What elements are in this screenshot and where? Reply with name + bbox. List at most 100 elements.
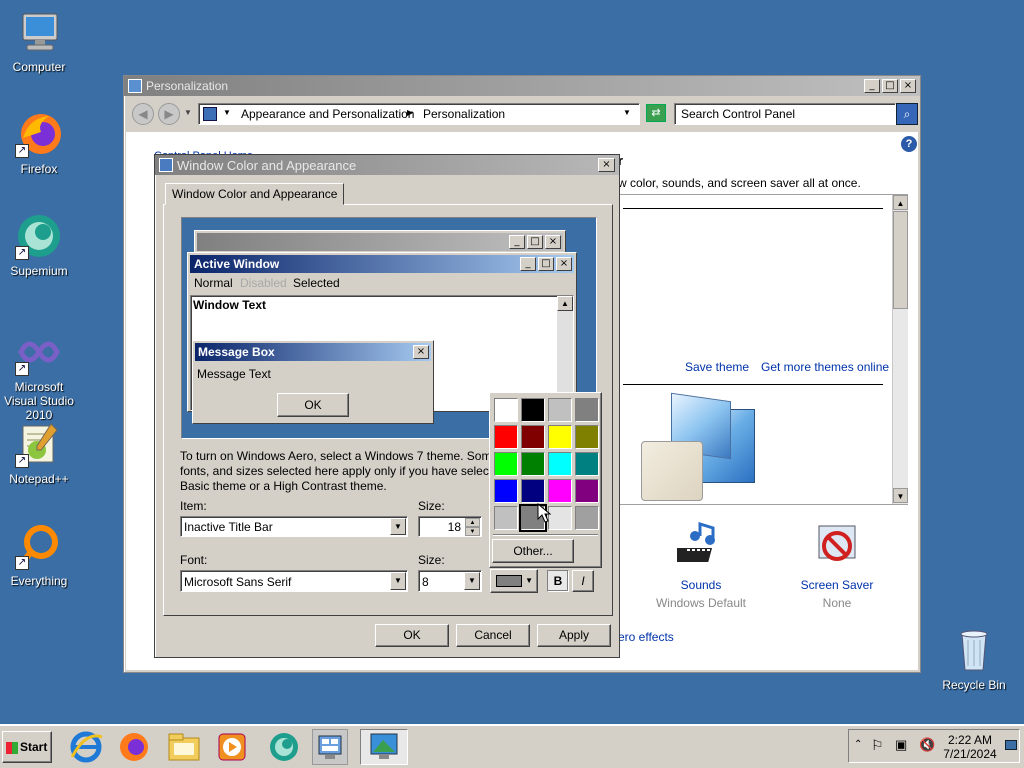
desktop-icon-everything[interactable]: ↗ Everything <box>0 522 78 588</box>
item-label: Item: <box>180 499 207 513</box>
control-panel-small-icon <box>203 107 217 121</box>
media-player-icon[interactable] <box>214 729 250 765</box>
refresh-button[interactable]: ⇄ <box>646 104 666 122</box>
desktop-icon-supemium[interactable]: ↗ Supemium <box>0 212 78 278</box>
color-swatch[interactable] <box>521 479 545 503</box>
forward-button[interactable]: ▶ <box>158 103 180 125</box>
color-swatch[interactable] <box>575 506 599 530</box>
stepper-down-icon[interactable]: ▼ <box>465 527 480 536</box>
font-select[interactable]: Microsoft Sans Serif ▼ <box>180 570 408 592</box>
internet-explorer-icon[interactable] <box>68 729 104 765</box>
personalization-taskbar-icon[interactable] <box>360 729 408 765</box>
recycle-bin-icon <box>950 626 998 674</box>
shortcut-arrow-icon: ↗ <box>15 362 29 376</box>
italic-toggle[interactable]: I <box>572 570 594 592</box>
firefox-taskbar-icon[interactable] <box>116 729 152 765</box>
control-panel-taskbar-icon[interactable] <box>312 729 348 765</box>
chevron-down-icon[interactable]: ▼ <box>464 572 480 590</box>
preview-ok-button: OK <box>277 393 349 417</box>
color-swatch[interactable] <box>575 425 599 449</box>
color-swatch[interactable] <box>548 506 572 530</box>
search-field[interactable]: Search Control Panel <box>674 103 896 125</box>
color-swatch[interactable] <box>494 398 518 422</box>
get-more-themes-link[interactable]: Get more themes online <box>761 360 889 374</box>
stepper-up-icon[interactable]: ▲ <box>465 518 480 527</box>
screensaver-item[interactable]: Screen Saver None <box>782 522 892 610</box>
chevron-down-icon[interactable]: ▼ <box>390 572 406 590</box>
back-button[interactable]: ◀ <box>132 103 154 125</box>
aero-effects-link[interactable]: ero effects <box>618 630 674 644</box>
color-swatch[interactable] <box>494 452 518 476</box>
selected-theme-tile[interactable] <box>641 441 703 501</box>
close-button[interactable]: × <box>900 79 916 93</box>
sounds-value: Windows Default <box>655 596 747 610</box>
maximize-button[interactable]: □ <box>882 79 898 93</box>
save-theme-link[interactable]: Save theme <box>685 360 749 374</box>
other-color-button[interactable]: Other... <box>492 539 574 563</box>
start-button[interactable]: Start <box>2 731 52 763</box>
color-swatch[interactable] <box>548 398 572 422</box>
clock[interactable]: 2:22 AM 7/21/2024 <box>941 733 999 761</box>
breadcrumb-personalization[interactable]: Personalization <box>423 107 505 121</box>
desktop-icon-label: Notepad++ <box>9 472 69 486</box>
breadcrumb-sep-icon[interactable]: ▶ <box>407 108 413 117</box>
volume-muted-icon[interactable]: 🔇 <box>919 737 935 753</box>
desktop-icon-label: Computer <box>12 60 66 74</box>
cancel-button[interactable]: Cancel <box>456 624 530 647</box>
font-size-select[interactable]: 8 ▼ <box>418 570 482 592</box>
color-swatch[interactable] <box>494 506 518 530</box>
address-dropdown-icon[interactable]: ▼ <box>623 108 631 117</box>
preview-scroll-up-icon: ▲ <box>557 296 573 311</box>
breadcrumb-appearance[interactable]: Appearance and Personalization <box>241 107 414 121</box>
desktop-icon-recycle-bin[interactable]: Recycle Bin <box>935 626 1013 692</box>
tab-window-color[interactable]: Window Color and Appearance <box>165 183 345 205</box>
desktop-icon-visual-studio[interactable]: ↗ Microsoft Visual Studio 2010 <box>0 328 78 422</box>
color-swatch[interactable] <box>494 425 518 449</box>
show-desktop-icon[interactable] <box>1005 740 1017 750</box>
ok-button[interactable]: OK <box>375 624 449 647</box>
desktop-icon-firefox[interactable]: ↗ Firefox <box>0 110 78 176</box>
show-hidden-icons-chevron-icon[interactable]: ⌃ <box>854 739 862 750</box>
desktop-icon-notepadpp[interactable]: ↗ Notepad++ <box>0 420 78 486</box>
sounds-item[interactable]: Sounds Windows Default <box>646 521 756 610</box>
dialog-close-button[interactable]: × <box>598 158 615 172</box>
minimize-button[interactable]: _ <box>864 79 880 93</box>
sounds-label[interactable]: Sounds <box>646 578 756 592</box>
color-swatch[interactable] <box>575 479 599 503</box>
color-swatch[interactable] <box>548 452 572 476</box>
breadcrumb-sep-icon[interactable]: ▼ <box>223 108 231 117</box>
scroll-down-icon[interactable]: ▼ <box>893 488 908 503</box>
scroll-up-icon[interactable]: ▲ <box>893 195 908 210</box>
color-swatch[interactable] <box>575 398 599 422</box>
firefox-icon: ↗ <box>15 110 63 158</box>
color-swatch[interactable] <box>575 452 599 476</box>
network-icon[interactable]: ▣ <box>895 737 907 753</box>
description-line-3: Basic theme or a High Contrast theme. <box>180 479 387 493</box>
address-bar[interactable]: ▼ Appearance and Personalization ▶ Perso… <box>198 103 640 125</box>
help-icon[interactable]: ? <box>901 136 917 152</box>
scroll-thumb[interactable] <box>893 211 908 309</box>
action-center-flag-icon[interactable]: ⚐ <box>871 737 884 754</box>
color-swatch[interactable] <box>548 479 572 503</box>
search-input[interactable]: Search Control Panel <box>681 107 795 121</box>
search-button[interactable]: ⌕ <box>896 103 918 125</box>
font-color-button[interactable]: ▼ <box>490 569 538 593</box>
desktop-icon-computer[interactable]: Computer <box>0 8 78 74</box>
color-swatch[interactable] <box>521 398 545 422</box>
item-select[interactable]: Inactive Title Bar ▼ <box>180 516 408 537</box>
color-swatch[interactable] <box>521 452 545 476</box>
color-swatch[interactable] <box>494 479 518 503</box>
color-swatch[interactable] <box>548 425 572 449</box>
apply-button[interactable]: Apply <box>537 624 611 647</box>
themes-scrollbar[interactable]: ▲ ▼ <box>892 195 908 504</box>
item-size-stepper[interactable]: 18 ▲ ▼ <box>418 516 482 537</box>
personalization-titlebar: Personalization _ □ × <box>124 76 920 96</box>
chevron-down-icon[interactable]: ▼ <box>390 518 406 535</box>
recent-pages-chevron-icon[interactable]: ▼ <box>184 108 192 117</box>
preview-message-title: Message Box <box>198 345 275 359</box>
screensaver-label[interactable]: Screen Saver <box>782 578 892 592</box>
supemium-taskbar-icon[interactable] <box>266 729 302 765</box>
bold-toggle[interactable]: B <box>547 570 569 592</box>
file-explorer-icon[interactable] <box>166 729 202 765</box>
color-swatch[interactable] <box>521 425 545 449</box>
